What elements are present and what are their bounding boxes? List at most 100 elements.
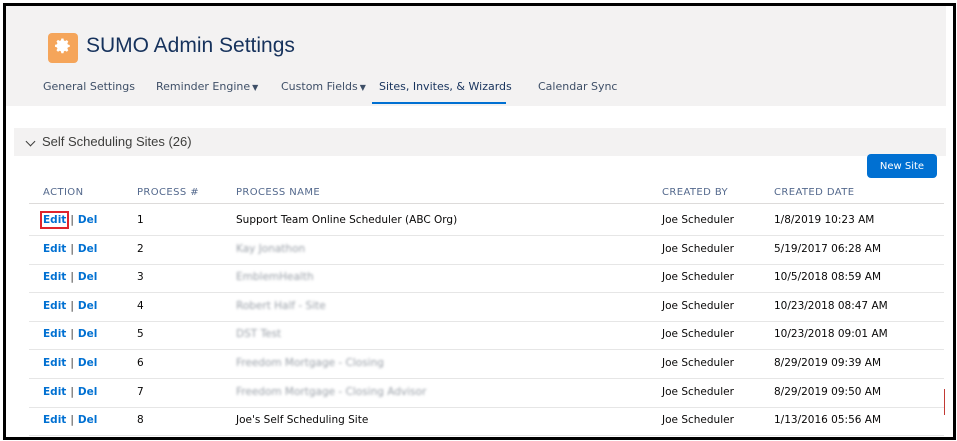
row-actions: Edit | Del: [43, 243, 97, 255]
process-name-cell: Kay Jonathon: [236, 242, 306, 255]
tab-label: Calendar Sync: [538, 80, 618, 93]
created-by-cell: Joe Scheduler: [662, 328, 734, 341]
row-actions: Edit | Del: [43, 328, 97, 340]
edit-link[interactable]: Edit: [43, 357, 66, 369]
delete-link[interactable]: Del: [78, 386, 97, 398]
process-name-cell: Support Team Online Scheduler (ABC Org): [236, 214, 458, 226]
created-date-cell: 8/29/2019 09:50 AM: [774, 385, 882, 398]
active-tab-indicator: [372, 102, 506, 104]
scrollbar-indicator: [944, 389, 945, 415]
action-separator: |: [70, 242, 74, 255]
section-header-self-scheduling[interactable]: Self Scheduling Sites (26): [14, 128, 946, 156]
delete-link[interactable]: Del: [78, 300, 97, 312]
process-number-cell: 6: [137, 357, 144, 369]
row-actions: Edit | Del: [43, 386, 97, 398]
app-window: SUMO Admin Settings General Settings Rem…: [3, 3, 956, 440]
app-logo: [48, 33, 78, 63]
edit-link[interactable]: Edit: [43, 243, 66, 255]
tab-reminder-engine[interactable]: Reminder Engine ▼: [156, 80, 258, 93]
edit-link[interactable]: Edit: [43, 300, 66, 312]
caret-down-icon: ▼: [252, 83, 259, 92]
table-row: Edit | Del 2 Kay Jonathon Joe Scheduler 5/19/2…: [29, 236, 944, 265]
edit-link[interactable]: Edit: [39, 211, 70, 229]
process-number-cell: 4: [137, 299, 144, 312]
page-header: SUMO Admin Settings General Settings Rem…: [6, 6, 946, 106]
table-row: Edit | Del 3 EmblemHealth Joe Scheduler 10/5/2…: [29, 264, 944, 294]
gear-icon: [54, 37, 72, 60]
table-row: Edit | Del 4 Robert Half - Site Joe Scheduler…: [29, 293, 944, 322]
row-actions: Edit | Del: [43, 300, 97, 312]
tab-custom-fields[interactable]: Custom Fields ▼: [281, 80, 366, 93]
delete-link[interactable]: Del: [78, 214, 97, 226]
row-actions: Edit | Del: [39, 211, 97, 229]
tab-bar: General Settings Reminder Engine ▼ Custom…: [6, 72, 946, 104]
column-header-process-number: PROCESS #: [137, 187, 200, 198]
delete-link[interactable]: Del: [78, 271, 97, 283]
tab-sites-invites-wizards[interactable]: Sites, Invites, & Wizards: [379, 80, 512, 93]
column-header-created-date: CREATED DATE: [774, 187, 855, 198]
process-number-cell: 3: [137, 271, 144, 284]
tab-label: Sites, Invites, & Wizards: [379, 80, 512, 93]
created-date-cell: 10/23/2018 09:01 AM: [774, 328, 888, 341]
created-by-cell: Joe Scheduler: [662, 357, 734, 369]
process-name-cell: DST Test: [236, 328, 282, 341]
process-name-cell: Robert Half - Site: [236, 299, 326, 312]
created-date-cell: 10/23/2018 08:47 AM: [774, 299, 888, 312]
row-actions: Edit | Del: [43, 414, 97, 426]
edit-link[interactable]: Edit: [43, 414, 66, 426]
action-separator: |: [70, 271, 74, 284]
column-header-created-by: CREATED BY: [662, 187, 729, 198]
delete-link[interactable]: Del: [78, 243, 97, 255]
edit-link[interactable]: Edit: [43, 328, 66, 340]
tab-label: Reminder Engine: [156, 80, 251, 93]
tab-label: General Settings: [43, 80, 135, 93]
created-date-cell: 1/13/2016 05:56 AM: [774, 414, 882, 427]
table-row: Edit | Del 8 Joe's Self Scheduling Site Joe S…: [29, 407, 944, 437]
action-separator: |: [70, 357, 74, 369]
created-by-cell: Joe Scheduler: [662, 242, 734, 255]
process-number-cell: 7: [137, 385, 144, 398]
process-name-cell: Freedom Mortgage - Closing Advisor: [236, 385, 427, 398]
delete-link[interactable]: Del: [78, 328, 97, 340]
process-number-cell: 1: [137, 214, 144, 226]
column-header-process-name: PROCESS NAME: [236, 187, 321, 198]
process-name-cell: Freedom Mortgage - Closing: [236, 357, 384, 369]
edit-link[interactable]: Edit: [43, 386, 66, 398]
process-name-cell: Joe's Self Scheduling Site: [236, 414, 369, 427]
table-row: Edit | Del 1 Support Team Online Scheduler (…: [29, 207, 944, 236]
created-by-cell: Joe Scheduler: [662, 214, 734, 226]
action-separator: |: [70, 414, 74, 427]
row-actions: Edit | Del: [43, 271, 97, 283]
process-number-cell: 2: [137, 242, 144, 255]
column-header-action: ACTION: [43, 187, 84, 198]
process-number-cell: 8: [137, 414, 144, 427]
chevron-down-icon: [25, 136, 36, 147]
delete-link[interactable]: Del: [78, 414, 97, 426]
tab-calendar-sync[interactable]: Calendar Sync: [538, 80, 617, 93]
created-by-cell: Joe Scheduler: [662, 271, 734, 284]
created-date-cell: 10/5/2018 08:59 AM: [774, 271, 882, 284]
action-separator: |: [70, 299, 74, 312]
table-row: Edit | Del 6 Freedom Mortgage - Closing Joe S…: [29, 350, 944, 379]
tab-general-settings[interactable]: General Settings: [43, 80, 135, 93]
created-by-cell: Joe Scheduler: [662, 414, 734, 427]
row-actions: Edit | Del: [43, 357, 97, 369]
created-by-cell: Joe Scheduler: [662, 385, 734, 398]
table-row: Edit | Del 5 DST Test Joe Scheduler 10/23/2018…: [29, 321, 944, 351]
delete-link[interactable]: Del: [78, 357, 97, 369]
tab-label: Custom Fields: [281, 80, 358, 93]
process-number-cell: 5: [137, 328, 144, 341]
action-separator: |: [70, 385, 74, 398]
table-header: ACTION PROCESS # PROCESS NAME CREATED BY…: [29, 181, 944, 204]
created-date-cell: 8/29/2019 09:39 AM: [774, 357, 882, 369]
table-row: Edit | Del 7 Freedom Mortgage - Closing Advi…: [29, 379, 944, 408]
action-separator: |: [70, 328, 74, 341]
process-name-cell: EmblemHealth: [236, 271, 314, 284]
edit-link[interactable]: Edit: [43, 271, 66, 283]
action-separator: |: [70, 214, 74, 226]
created-date-cell: 5/19/2017 06:28 AM: [774, 242, 882, 255]
new-site-button[interactable]: New Site: [867, 154, 937, 178]
section-title: Self Scheduling Sites (26): [42, 134, 192, 149]
created-by-cell: Joe Scheduler: [662, 299, 734, 312]
caret-down-icon: ▼: [359, 83, 366, 92]
